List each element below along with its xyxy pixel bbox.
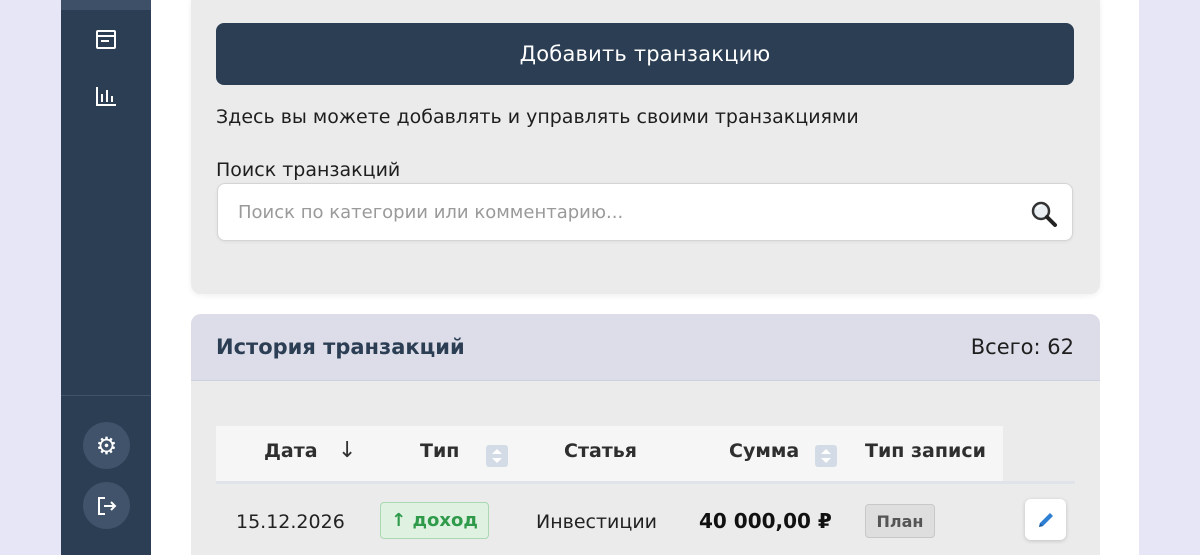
logout-icon	[97, 496, 116, 515]
row-amount: 40 000,00 ₽	[699, 509, 832, 533]
sort-desc-icon[interactable]: ↓	[338, 438, 356, 463]
column-header-type[interactable]: Тип	[420, 440, 459, 462]
logout-button[interactable]	[83, 482, 130, 529]
settings-button[interactable]: ⚙	[83, 422, 130, 469]
page-description: Здесь вы можете добавлять и управлять св…	[216, 106, 859, 128]
gear-icon: ⚙	[95, 431, 118, 460]
record-type-badge: План	[865, 504, 935, 538]
edit-button[interactable]	[1025, 499, 1066, 540]
search-label: Поиск транзакций	[216, 159, 401, 181]
history-total-count: Всего: 62	[970, 335, 1074, 359]
add-transaction-button[interactable]: Добавить транзакцию	[216, 23, 1074, 85]
sidebar-divider	[61, 395, 151, 396]
search-field[interactable]	[217, 183, 1073, 241]
sidebar: ⚙	[61, 0, 151, 555]
calendar-icon[interactable]	[94, 27, 118, 51]
row-category: Инвестиции	[536, 511, 658, 533]
income-badge: ↑ доход	[380, 502, 489, 539]
row-date: 15.12.2026	[236, 511, 345, 533]
table-header-divider	[216, 481, 1075, 484]
history-title: История транзакций	[216, 335, 465, 359]
column-header-amount[interactable]: Сумма	[729, 440, 799, 462]
sort-toggle-icon[interactable]	[486, 445, 508, 467]
sort-toggle-icon[interactable]	[815, 445, 837, 467]
bar-chart-icon[interactable]	[94, 84, 118, 108]
sidebar-active-item[interactable]	[61, 0, 151, 10]
column-header-category[interactable]: Статья	[564, 440, 637, 462]
pencil-icon	[1038, 512, 1053, 527]
search-input[interactable]	[238, 184, 1018, 240]
table-header: Дата ↓ Тип Статья Сумма Тип записи	[216, 426, 1003, 481]
search-icon[interactable]	[1030, 200, 1058, 228]
column-header-record-type: Тип записи	[865, 440, 986, 462]
main-content: Добавить транзакцию Здесь вы можете доба…	[151, 0, 1139, 555]
history-header: История транзакций Всего: 62	[191, 314, 1100, 381]
column-header-date[interactable]: Дата	[264, 440, 318, 462]
transaction-history-card: История транзакций Всего: 62 Дата ↓ Тип …	[191, 314, 1100, 555]
